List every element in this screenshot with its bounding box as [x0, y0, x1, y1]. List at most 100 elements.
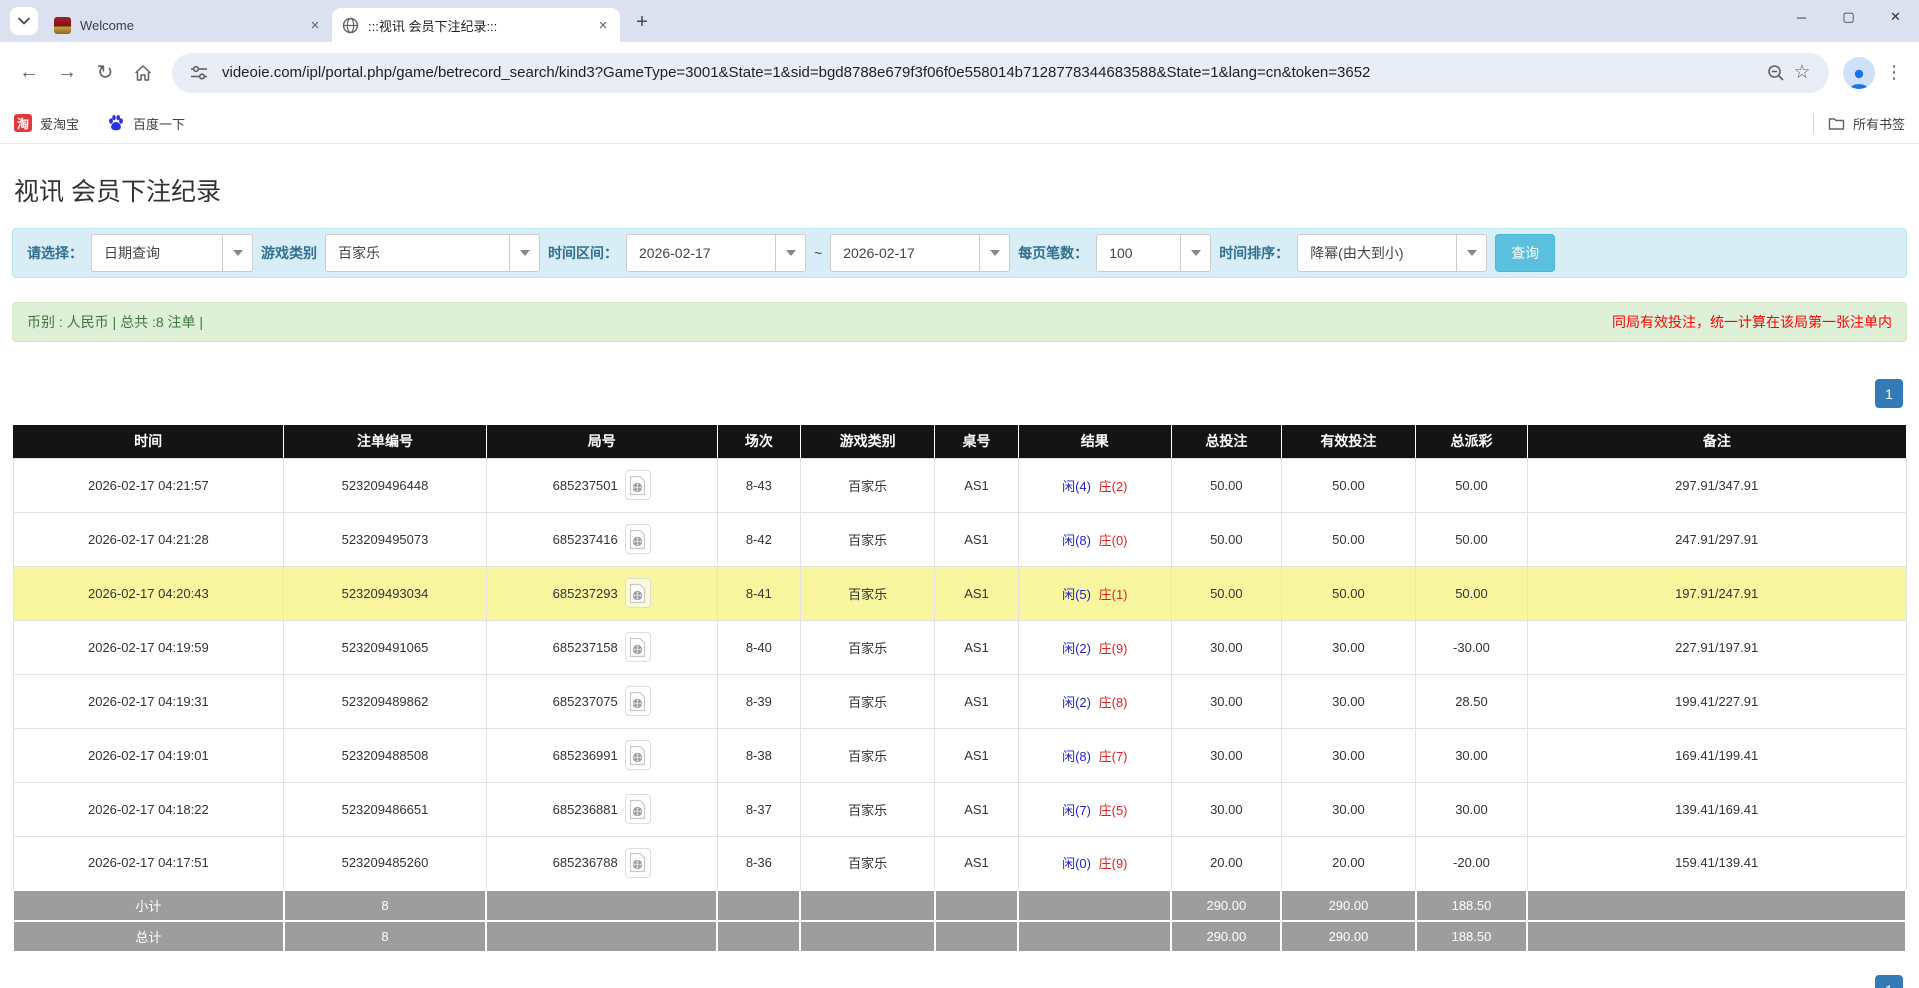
cell-game-type: 百家乐: [800, 836, 934, 890]
cell-valid-bet: 30.00: [1281, 782, 1415, 836]
all-bookmarks-button[interactable]: 所有书签: [1813, 113, 1905, 133]
result-player: 闲(7): [1062, 803, 1091, 818]
cell-session: 8-38: [717, 728, 800, 782]
cell-valid-bet: 30.00: [1281, 620, 1415, 674]
close-button[interactable]: ✕: [1872, 0, 1919, 34]
cell-note: 197.91/247.91: [1527, 566, 1906, 620]
video-replay-icon[interactable]: [625, 470, 651, 500]
bookmark-star-icon[interactable]: ☆: [1789, 60, 1815, 86]
page-content: 视讯 会员下注纪录 请选择： 日期查询 游戏类别 百家乐 时间区间： 2026-…: [0, 172, 1919, 953]
cell-total-bet[interactable]: 20.00: [1171, 836, 1281, 890]
cell-round: 685237416: [486, 512, 717, 566]
video-replay-icon[interactable]: [625, 740, 651, 770]
cell-session: 8-39: [717, 674, 800, 728]
browser-menu-icon[interactable]: ⋮: [1881, 60, 1907, 86]
bookmark-baidu[interactable]: 百度一下: [107, 114, 185, 133]
bookmark-label: 百度一下: [133, 114, 185, 133]
profile-avatar[interactable]: [1843, 57, 1875, 89]
bookmark-aitaobao[interactable]: 淘 爱淘宝: [14, 114, 79, 133]
column-header-6: 桌号: [935, 425, 1018, 458]
browser-toolbar: ← → ↻ videoie.com/ipl/portal.php/game/be…: [0, 42, 1919, 103]
cell-time: 2026-02-17 04:19:01: [13, 728, 284, 782]
cell-total-bet[interactable]: 50.00: [1171, 512, 1281, 566]
video-replay-icon[interactable]: [625, 848, 651, 878]
cell-total-bet[interactable]: 30.00: [1171, 728, 1281, 782]
cell-total-bet[interactable]: 50.00: [1171, 566, 1281, 620]
summary-info-bar: 币别 : 人民币 | 总共 :8 注单 | 同局有效投注，统一计算在该局第一张注…: [12, 302, 1907, 342]
page-1-button[interactable]: 1: [1875, 379, 1903, 408]
cell-note: 199.41/227.91: [1527, 674, 1906, 728]
date-range-label: 时间区间：: [548, 243, 618, 263]
cell-session: 8-42: [717, 512, 800, 566]
video-replay-icon[interactable]: [625, 578, 651, 608]
table-row: 2026-02-17 04:19:01 523209488508 6852369…: [13, 728, 1906, 782]
baidu-paw-icon: [107, 114, 125, 132]
cell-table: AS1: [935, 512, 1018, 566]
result-player: 闲(8): [1062, 749, 1091, 764]
zoom-out-icon[interactable]: [1763, 60, 1789, 86]
tab-title: :::视讯 会员下注纪录:::: [368, 16, 594, 35]
query-mode-select[interactable]: 日期查询: [91, 234, 253, 272]
date-to-select[interactable]: 2026-02-17: [830, 234, 1010, 272]
cell-total-bet[interactable]: 30.00: [1171, 782, 1281, 836]
round-number: 685237158: [553, 640, 618, 655]
game-type-select[interactable]: 百家乐: [325, 234, 540, 272]
folder-icon: [1828, 116, 1845, 131]
valid-bet-notice-text: 同局有效投注，统一计算在该局第一张注单内: [1612, 312, 1892, 332]
search-button[interactable]: 查询: [1495, 234, 1555, 272]
cell-game-type: 百家乐: [800, 620, 934, 674]
time-sort-select[interactable]: 降幂(由大到小): [1297, 234, 1487, 272]
tab-search-chevron-icon[interactable]: [10, 7, 38, 35]
cell-time: 2026-02-17 04:19:31: [13, 674, 284, 728]
cell-total-bet[interactable]: 50.00: [1171, 458, 1281, 512]
cell-bet-id: 523209488508: [284, 728, 487, 782]
pagination-top: 1: [12, 379, 1903, 408]
cell-round: 685236991: [486, 728, 717, 782]
cell-total-bet[interactable]: 30.00: [1171, 674, 1281, 728]
result-banker: 庄(5): [1099, 803, 1128, 818]
cell-bet-id: 523209491065: [284, 620, 487, 674]
cell-payout: 50.00: [1416, 458, 1528, 512]
cell-session: 8-37: [717, 782, 800, 836]
table-row: 2026-02-17 04:18:22 523209486651 6852368…: [13, 782, 1906, 836]
video-replay-icon[interactable]: [625, 632, 651, 662]
cell-payout: -20.00: [1416, 836, 1528, 890]
cell-game-type: 百家乐: [800, 674, 934, 728]
tab-close-icon[interactable]: ×: [306, 16, 324, 34]
cell-session: 8-41: [717, 566, 800, 620]
cell-payout: 50.00: [1416, 512, 1528, 566]
maximize-button[interactable]: ▢: [1825, 0, 1872, 34]
column-header-1: 时间: [13, 425, 284, 458]
table-row: 2026-02-17 04:17:51 523209485260 6852367…: [13, 836, 1906, 890]
new-tab-button[interactable]: +: [628, 8, 656, 36]
result-banker: 庄(0): [1099, 533, 1128, 548]
video-replay-icon[interactable]: [625, 524, 651, 554]
subtotal-total-bet: 290.00: [1171, 890, 1281, 921]
tab-close-icon[interactable]: ×: [594, 16, 612, 34]
cell-note: 169.41/199.41: [1527, 728, 1906, 782]
cell-total-bet[interactable]: 30.00: [1171, 620, 1281, 674]
back-icon[interactable]: ←: [12, 56, 46, 90]
url-text[interactable]: videoie.com/ipl/portal.php/game/betrecor…: [222, 64, 1753, 81]
url-bar[interactable]: videoie.com/ipl/portal.php/game/betrecor…: [172, 53, 1829, 93]
bookmark-label: 爱淘宝: [40, 114, 79, 133]
currency-summary-text: 币别 : 人民币 | 总共 :8 注单 |: [27, 312, 203, 332]
date-from-select[interactable]: 2026-02-17: [626, 234, 806, 272]
tab-welcome[interactable]: Welcome ×: [44, 8, 332, 42]
tab-betrecord[interactable]: :::视讯 会员下注纪录::: ×: [332, 8, 620, 42]
date-range-tilde: ~: [814, 245, 822, 261]
video-replay-icon[interactable]: [625, 794, 651, 824]
cell-game-type: 百家乐: [800, 566, 934, 620]
forward-icon[interactable]: →: [50, 56, 84, 90]
browser-window: Welcome × :::视讯 会员下注纪录::: × + ─ ▢ ✕ ← → …: [0, 0, 1919, 144]
cell-note: 247.91/297.91: [1527, 512, 1906, 566]
home-icon[interactable]: [126, 56, 160, 90]
video-replay-icon[interactable]: [625, 686, 651, 716]
page-size-select[interactable]: 100: [1096, 234, 1211, 272]
page-1-button[interactable]: 1: [1875, 975, 1903, 988]
minimize-button[interactable]: ─: [1778, 0, 1825, 34]
cell-result: 闲(2) 庄(8): [1018, 674, 1171, 728]
site-settings-tune-icon[interactable]: [186, 60, 212, 86]
refresh-icon[interactable]: ↻: [88, 56, 122, 90]
chevron-down-icon: [1180, 235, 1210, 271]
